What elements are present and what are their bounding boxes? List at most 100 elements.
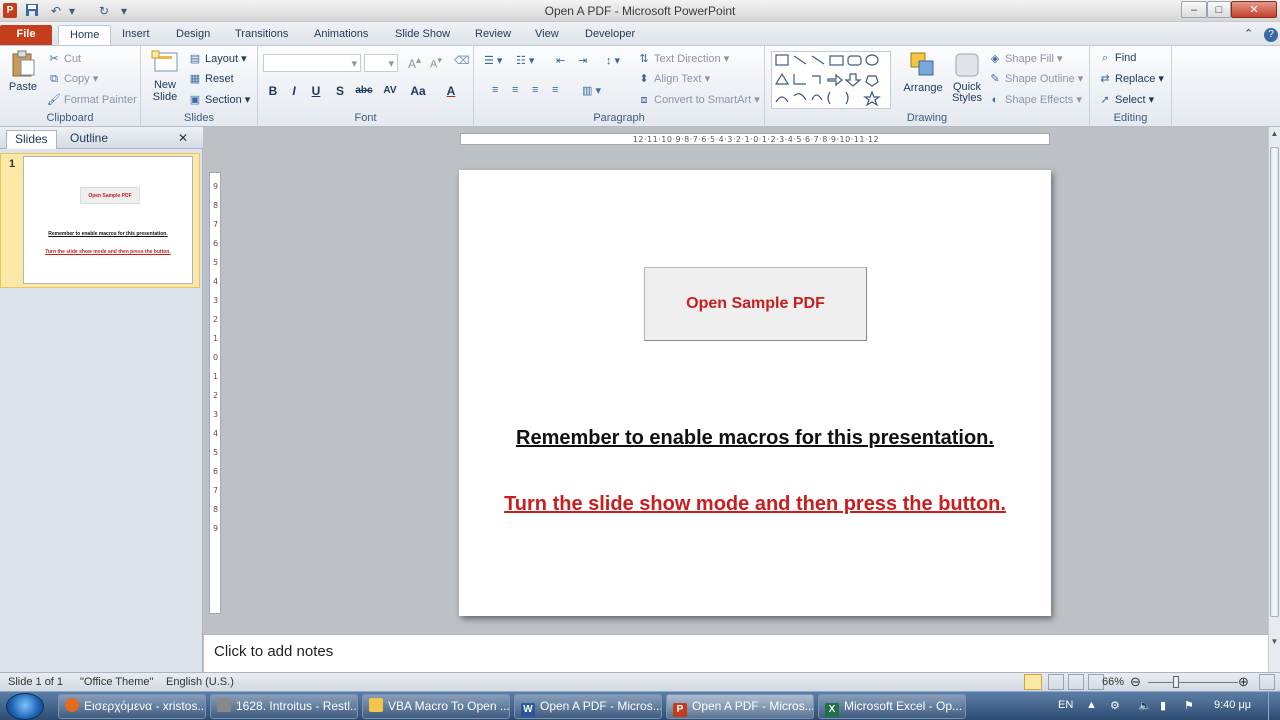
taskbar-item-excel[interactable]: X Microsoft Excel - Op... (818, 694, 966, 719)
columns-button[interactable]: ▥ ▾ (582, 84, 601, 97)
zoom-in-icon[interactable]: ⊕ (1238, 674, 1249, 690)
shape-fill-button[interactable]: ◈ Shape Fill ▾ (988, 52, 1063, 65)
taskbar-item-app[interactable]: 1628. Introitus - Restl... (210, 694, 358, 719)
underline-button[interactable]: U (308, 84, 324, 98)
tab-developer[interactable]: Developer (574, 25, 646, 45)
tray-expand-icon[interactable]: ▲ (1086, 699, 1097, 711)
copy-button[interactable]: ⧉ Copy ▾ (47, 72, 98, 86)
shadow-button[interactable]: S (332, 84, 348, 98)
start-button[interactable] (6, 693, 44, 720)
minimize-button[interactable]: – (1181, 1, 1207, 18)
new-slide-button[interactable]: New Slide (148, 50, 182, 103)
close-panel-icon[interactable]: ✕ (178, 130, 188, 149)
slide-thumbnail-item[interactable]: 1 Open Sample PDF Remember to enable mac… (0, 153, 200, 288)
select-button[interactable]: ➚ Select ▾ (1098, 93, 1154, 106)
language-indicator[interactable]: English (U.S.) (166, 676, 234, 688)
flag-icon[interactable]: ⚑ (1184, 699, 1194, 712)
notes-placeholder[interactable]: Click to add notes (214, 643, 333, 660)
theme-name[interactable]: "Office Theme" (80, 676, 153, 688)
shrink-font-icon[interactable]: A▾ (430, 55, 442, 71)
notes-pane[interactable]: Click to add notes (204, 634, 1268, 672)
scroll-down-icon[interactable]: ▼ (1270, 637, 1279, 649)
line-spacing-button[interactable]: ↕ ▾ (606, 54, 620, 67)
taskbar-item-word[interactable]: W Open A PDF - Micros... (514, 694, 662, 719)
zoom-level[interactable]: 66% (1102, 676, 1124, 688)
tab-slide-show[interactable]: Slide Show (384, 25, 461, 45)
clock[interactable]: 9:40 μμ (1214, 699, 1251, 711)
horizontal-ruler[interactable]: 12·11·10·9·8·7·6·5·4·3·2·1·0·1·2·3·4·5·6… (460, 133, 1050, 145)
convert-smartart-button[interactable]: ⧈ Convert to SmartArt ▾ (637, 93, 760, 107)
grow-font-icon[interactable]: A▴ (408, 55, 421, 71)
tab-home[interactable]: Home (58, 25, 112, 45)
paste-button[interactable]: Paste (8, 50, 38, 93)
bullets-button[interactable]: ☰ ▾ (484, 54, 502, 67)
tab-outline-panel[interactable]: Outline (62, 130, 116, 149)
slide-canvas[interactable]: Open Sample PDF Remember to enable macro… (459, 170, 1051, 616)
tab-file[interactable]: File (0, 25, 52, 45)
layout-button[interactable]: ▤ Layout ▾ (188, 52, 247, 65)
normal-view-icon[interactable] (1024, 674, 1042, 690)
align-text-button[interactable]: ⬍ Align Text ▾ (637, 72, 710, 85)
network-icon[interactable]: ▮ (1160, 699, 1166, 712)
font-name-input[interactable]: ▾ (263, 54, 361, 72)
section-button[interactable]: ▣ Section ▾ (188, 93, 250, 106)
volume-icon[interactable]: 🔈 (1138, 699, 1152, 712)
close-button[interactable]: ✕ (1231, 1, 1277, 18)
slide-thumbnail[interactable]: Open Sample PDF Remember to enable macro… (23, 156, 193, 284)
tray-app-icon[interactable]: ⚙ (1110, 699, 1120, 712)
find-button[interactable]: ⌕ Find (1098, 52, 1137, 65)
arrange-button[interactable]: Arrange (901, 51, 945, 94)
font-size-input[interactable]: ▾ (364, 54, 398, 72)
change-case-button[interactable]: Aa (407, 84, 429, 98)
zoom-out-icon[interactable]: ⊖ (1130, 674, 1141, 690)
show-desktop-button[interactable] (1268, 692, 1280, 720)
macro-reminder-text[interactable]: Remember to enable macros for this prese… (459, 427, 1051, 450)
slideshow-instruction-text[interactable]: Turn the slide show mode and then press … (459, 493, 1051, 516)
character-spacing-button[interactable]: AV (379, 85, 401, 96)
justify-button[interactable]: ≡ (552, 84, 558, 96)
tab-design[interactable]: Design (165, 25, 221, 45)
tab-review[interactable]: Review (464, 25, 522, 45)
shape-outline-button[interactable]: ✎ Shape Outline ▾ (988, 72, 1083, 85)
tab-slides-panel[interactable]: Slides (6, 130, 57, 149)
zoom-slider-thumb[interactable] (1173, 676, 1179, 688)
align-right-button[interactable]: ≡ (532, 84, 538, 96)
bold-button[interactable]: B (265, 84, 281, 98)
zoom-slider[interactable] (1148, 682, 1238, 683)
shape-effects-button[interactable]: ◐ Shape Effects ▾ (988, 93, 1082, 106)
strikethrough-button[interactable]: abc (351, 85, 377, 96)
reading-view-icon[interactable] (1068, 674, 1084, 690)
taskbar-item-folder[interactable]: VBA Macro To Open ... (362, 694, 510, 719)
shapes-gallery[interactable] (771, 51, 891, 109)
align-left-button[interactable]: ≡ (492, 84, 498, 96)
scroll-up-icon[interactable]: ▲ (1270, 129, 1279, 141)
tab-transitions[interactable]: Transitions (224, 25, 299, 45)
format-painter-button[interactable]: 🖌 Format Painter (47, 93, 137, 106)
taskbar-item-firefox[interactable]: Εισερχόμενα - xristos... (58, 694, 206, 719)
italic-button[interactable]: I (286, 84, 302, 98)
scrollbar-thumb[interactable] (1270, 147, 1279, 617)
replace-button[interactable]: ⇄ Replace ▾ (1098, 72, 1164, 85)
cut-button[interactable]: ✂ Cut (47, 52, 81, 65)
increase-indent-button[interactable]: ⇥ (578, 54, 587, 67)
vertical-scrollbar[interactable]: ▲ ▼ (1268, 127, 1280, 672)
tab-insert[interactable]: Insert (111, 25, 161, 45)
reset-button[interactable]: ▦ Reset (188, 72, 234, 85)
text-direction-button[interactable]: ⇅ Text Direction ▾ (637, 52, 729, 65)
help-icon[interactable]: ? (1253, 25, 1280, 45)
align-center-button[interactable]: ≡ (512, 84, 518, 96)
numbering-button[interactable]: ☷ ▾ (516, 54, 534, 67)
vertical-ruler[interactable]: 9876543210123456789 (209, 172, 221, 614)
decrease-indent-button[interactable]: ⇤ (556, 54, 565, 67)
tab-animations[interactable]: Animations (303, 25, 379, 45)
slide-sorter-icon[interactable] (1048, 674, 1064, 690)
quick-styles-button[interactable]: Quick Styles (947, 51, 987, 104)
font-color-button[interactable]: A (443, 84, 459, 98)
input-language[interactable]: EN (1058, 699, 1073, 711)
clear-formatting-icon[interactable]: ⌫ (454, 54, 470, 67)
fit-slide-icon[interactable] (1259, 674, 1275, 690)
open-sample-pdf-button[interactable]: Open Sample PDF (644, 267, 867, 341)
taskbar-item-powerpoint[interactable]: P Open A PDF - Micros... (666, 694, 814, 719)
tab-view[interactable]: View (524, 25, 570, 45)
maximize-button[interactable]: □ (1207, 1, 1231, 18)
